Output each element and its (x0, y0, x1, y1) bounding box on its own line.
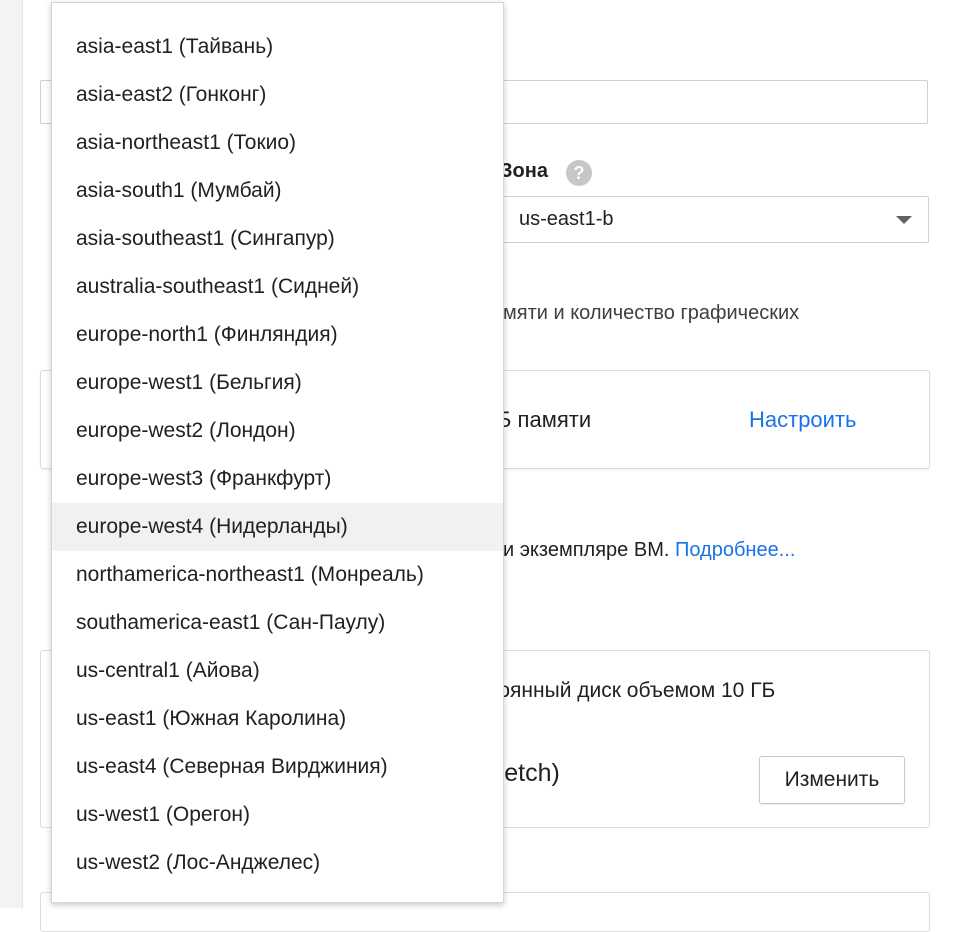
region-option[interactable]: asia-southeast1 (Сингапур) (52, 215, 503, 263)
left-gutter (0, 0, 23, 908)
machine-type-description: мяти и количество графических (503, 302, 800, 324)
region-option[interactable]: asia-northeast1 (Токио) (52, 119, 503, 167)
region-option[interactable]: us-west2 (Лос-Анджелес) (52, 839, 503, 887)
zone-label: Зона (500, 160, 548, 182)
help-icon[interactable]: ? (566, 160, 592, 186)
boot-disk-description: тоянный диск объемом 10 ГБ (489, 679, 776, 702)
create-instance-page: Зона ? us-east1-b мяти и количество граф… (0, 0, 970, 932)
region-option[interactable]: australia-southeast1 (Сидней) (52, 263, 503, 311)
region-option[interactable]: europe-west2 (Лондон) (52, 407, 503, 455)
region-option[interactable]: europe-north1 (Финляндия) (52, 311, 503, 359)
learn-more-link[interactable]: Подробнее... (675, 539, 795, 561)
region-dropdown-menu: asia-east1 (Тайвань) asia-east2 (Гонконг)… (51, 2, 504, 903)
machine-type-summary: Б памяти (497, 407, 592, 432)
region-option[interactable]: asia-south1 (Мумбай) (52, 167, 503, 215)
region-option[interactable]: us-east4 (Северная Вирджиния) (52, 743, 503, 791)
zone-select-value: us-east1-b (519, 208, 614, 230)
region-option[interactable]: europe-west4 (Нидерланды) (52, 503, 503, 551)
region-option[interactable]: southamerica-east1 (Сан-Паулу) (52, 599, 503, 647)
container-description: и экземпляре ВМ. Подробнее... (503, 539, 795, 562)
region-option[interactable]: northamerica-northeast1 (Монреаль) (52, 551, 503, 599)
region-option-list: asia-east1 (Тайвань) asia-east2 (Гонконг)… (52, 3, 503, 887)
customize-link[interactable]: Настроить (749, 407, 857, 433)
chevron-down-icon (896, 216, 912, 224)
region-option[interactable]: asia-east2 (Гонконг) (52, 71, 503, 119)
region-option[interactable]: us-west1 (Орегон) (52, 791, 503, 839)
change-boot-disk-button[interactable]: Изменить (759, 756, 905, 804)
region-option[interactable]: europe-west3 (Франкфурт) (52, 455, 503, 503)
region-option[interactable]: asia-east1 (Тайвань) (52, 23, 503, 71)
region-option[interactable]: europe-west1 (Бельгия) (52, 359, 503, 407)
region-option[interactable]: us-east1 (Южная Каролина) (52, 695, 503, 743)
zone-select[interactable]: us-east1-b (490, 196, 929, 243)
container-text: и экземпляре ВМ. (503, 539, 675, 561)
region-option[interactable]: us-central1 (Айова) (52, 647, 503, 695)
